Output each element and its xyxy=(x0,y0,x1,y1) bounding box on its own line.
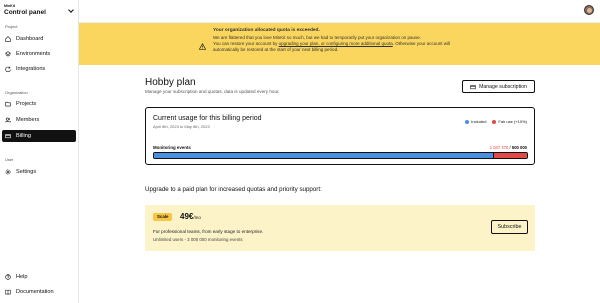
top-bar xyxy=(79,0,600,23)
help-icon xyxy=(5,274,11,280)
sidebar-item-label: Integrations xyxy=(16,66,46,72)
included-legend-dot xyxy=(465,119,470,124)
banner-text-line-2: You can restore your account by upgradin… xyxy=(213,41,450,46)
metric-label: Monitoring events xyxy=(153,145,191,150)
fair-use-legend-label: Fair use (+10%) xyxy=(498,119,527,124)
card-icon xyxy=(5,133,11,139)
plan-features: Unlimited users - 3 000 000 monitoring e… xyxy=(153,237,243,242)
quota-exceeded-banner: Your organization allocated quota is exc… xyxy=(79,23,600,65)
sidebar-item-environments[interactable]: Environments xyxy=(2,48,76,60)
gear-icon xyxy=(5,169,11,175)
layers-icon xyxy=(5,51,11,57)
warning-icon xyxy=(198,37,207,55)
sidebar-item-label: Billing xyxy=(16,133,31,139)
banner-text-suffix: . Otherwise your account will xyxy=(392,41,450,46)
banner-title: Your organization allocated quota is exc… xyxy=(213,28,320,33)
banner-text-line-1: We are flattered that you love MinKit so… xyxy=(213,35,422,40)
banner-text-prefix: You can restore your account by xyxy=(213,41,279,46)
usage-date-range: April 8th, 2023 to May 8th, 2023 xyxy=(153,124,210,129)
plan-badge: Scale xyxy=(153,213,173,221)
sidebar-item-dashboard[interactable]: Dashboard xyxy=(2,33,76,45)
metric-value: 1 047 470 / 500 000 xyxy=(490,145,527,150)
metric-used: 1 047 470 xyxy=(489,145,509,150)
home-icon xyxy=(5,36,11,42)
sidebar-item-label: Documentation xyxy=(16,289,54,295)
sidebar-item-label: Projects xyxy=(16,101,37,107)
plan-price-amount: 49€ xyxy=(180,212,194,221)
usage-legend: Included Fair use (+10%) xyxy=(465,119,527,124)
app-title: Control panel xyxy=(4,9,46,17)
manage-subscription-label: Manage subscription xyxy=(479,83,527,90)
folder-icon xyxy=(5,101,11,107)
plan-price: 49€/mo xyxy=(180,212,201,221)
sidebar-item-members[interactable]: Members xyxy=(2,114,76,126)
section-organization-label: Organization xyxy=(5,90,28,95)
fair-use-legend-dot xyxy=(492,119,497,124)
section-project-label: Project xyxy=(5,24,18,29)
sidebar-item-billing[interactable]: Billing xyxy=(2,130,76,142)
usage-card: Current usage for this billing period Ap… xyxy=(145,107,535,165)
included-usage-fill xyxy=(154,153,494,158)
refresh-icon xyxy=(5,66,11,72)
plan-description: For professional teams, from early stage… xyxy=(153,229,264,234)
sidebar-item-label: Help xyxy=(16,274,28,280)
usage-progress-bar xyxy=(153,152,528,159)
sidebar-item-documentation[interactable]: Documentation xyxy=(2,286,76,298)
users-icon xyxy=(5,117,11,123)
sidebar-item-label: Settings xyxy=(16,169,37,175)
page-subtitle: Manage your subscription and quotas, dat… xyxy=(145,89,280,94)
sidebar: MinKit Control panel Project Dashboard E… xyxy=(0,0,79,303)
scale-plan-card: Scale 49€/mo For professional teams, fro… xyxy=(145,205,535,251)
sidebar-item-settings[interactable]: Settings xyxy=(2,166,76,178)
banner-text-line-3: automatically be restored at the start o… xyxy=(213,47,339,52)
upgrade-heading: Upgrade to a paid plan for increased quo… xyxy=(145,186,322,193)
sidebar-item-label: Dashboard xyxy=(16,36,44,42)
fair-use-fill xyxy=(493,153,527,158)
book-icon xyxy=(5,289,11,295)
card-icon xyxy=(470,84,476,90)
subscribe-button[interactable]: Subscribe xyxy=(491,220,528,234)
section-user-label: User xyxy=(5,157,14,162)
app-brand[interactable]: MinKit Control panel xyxy=(0,0,78,22)
sidebar-item-integrations[interactable]: Integrations xyxy=(2,63,76,75)
sidebar-item-help[interactable]: Help xyxy=(2,271,76,283)
plan-price-period: /mo xyxy=(193,215,201,220)
sidebar-item-label: Environments xyxy=(16,51,51,57)
sidebar-item-projects[interactable]: Projects xyxy=(2,98,76,110)
upgrade-plan-link[interactable]: upgrading your plan, or configuring more… xyxy=(279,41,393,46)
metric-quota: 500 000 xyxy=(511,145,527,150)
avatar[interactable] xyxy=(584,5,594,15)
manage-subscription-button[interactable]: Manage subscription xyxy=(462,80,535,93)
sidebar-item-label: Members xyxy=(16,117,40,123)
included-legend-label: Included xyxy=(471,119,487,124)
usage-title: Current usage for this billing period xyxy=(153,115,262,122)
page-title: Hobby plan xyxy=(145,77,196,88)
